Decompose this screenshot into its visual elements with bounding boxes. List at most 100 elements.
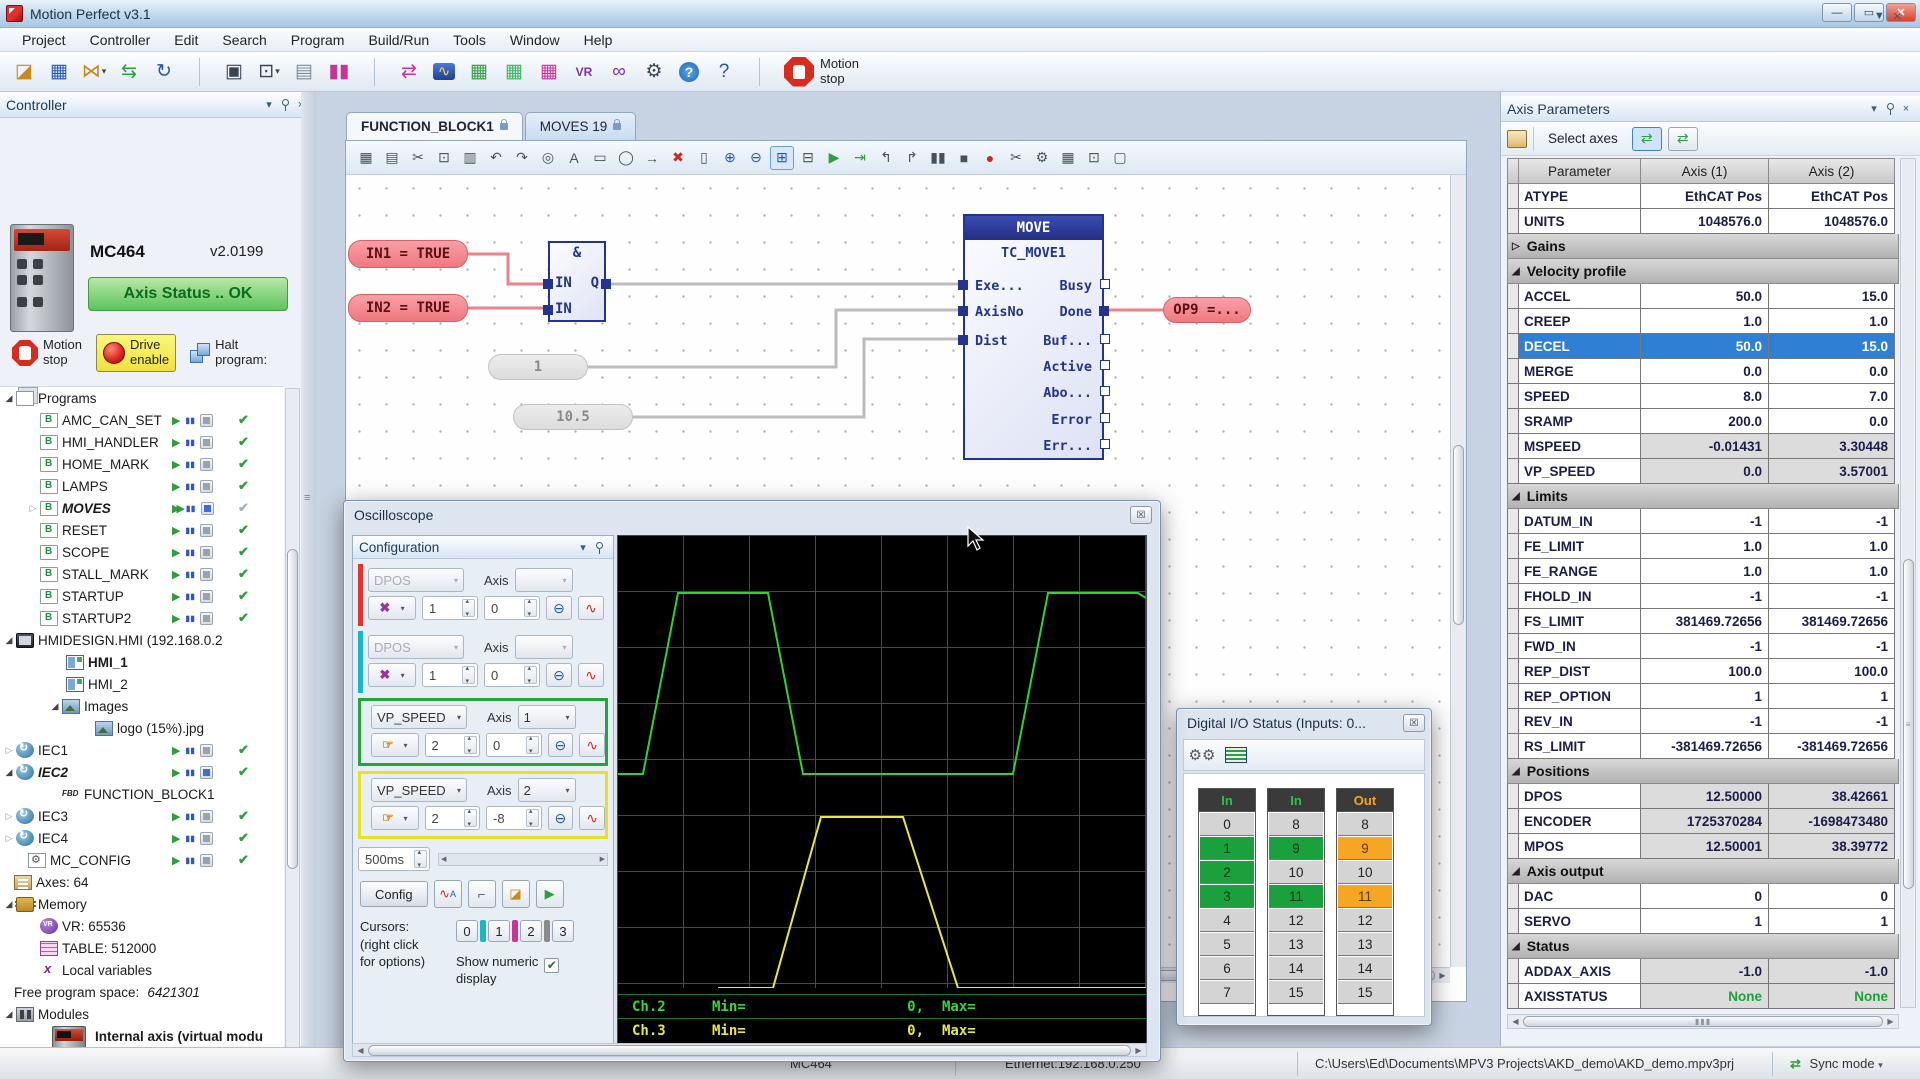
new-window-icon[interactable]: ⊡ ▾: [253, 56, 285, 88]
refresh-icon[interactable]: ⇄: [1668, 127, 1698, 151]
find-icon[interactable]: ◎: [536, 146, 560, 170]
chevron-down-icon[interactable]: ▾: [1866, 101, 1882, 117]
menu-item[interactable]: Edit: [162, 30, 210, 50]
parameter-row[interactable]: ◢ Limits: [1507, 484, 1899, 509]
stop-icon[interactable]: [200, 854, 213, 867]
parameter-dropdown[interactable]: VP_SPEED▾: [371, 705, 467, 729]
io-bit-cell[interactable]: 2: [1200, 861, 1254, 884]
parameter-dropdown[interactable]: DPOS▾: [368, 635, 464, 659]
parameter-row[interactable]: REP_OPTION 1 1: [1507, 684, 1899, 709]
io-list-icon[interactable]: [1222, 742, 1250, 768]
stop-icon[interactable]: [200, 568, 213, 581]
numeric-display-checkbox[interactable]: ✔: [544, 958, 559, 973]
channel-mode-dropdown[interactable]: ✖ ▾: [368, 596, 416, 620]
menu-item[interactable]: Search: [210, 30, 278, 50]
close-icon[interactable]: ☒: [1130, 506, 1152, 524]
stop-icon[interactable]: [200, 436, 213, 449]
io-bit-cell[interactable]: 10: [1269, 861, 1323, 884]
parameter-row[interactable]: ◢ Axis output: [1507, 859, 1899, 884]
tree-row[interactable]: Free program space: 6421301: [0, 981, 284, 1003]
parameter-row[interactable]: RS_LIMIT -381469.72656 -381469.72656: [1507, 734, 1899, 759]
redo-icon[interactable]: ↷: [510, 146, 534, 170]
undo-icon[interactable]: ↶: [484, 146, 508, 170]
expander-open-icon[interactable]: ◢: [48, 701, 62, 712]
scope-horizontal-scrollbar[interactable]: ◀▶: [352, 1043, 1147, 1057]
auto-offset-icon[interactable]: ⊖: [548, 733, 574, 757]
zoom-out-icon[interactable]: ⊖: [744, 146, 768, 170]
stop-icon[interactable]: [200, 766, 213, 779]
parameter-row[interactable]: SPEED 8.0 7.0: [1507, 384, 1899, 409]
menu-item[interactable]: Program: [279, 30, 357, 50]
motion-stop-button[interactable]: Motionstop: [784, 57, 859, 87]
page-icon[interactable]: ▯: [692, 146, 716, 170]
tree-row[interactable]: STARTUP ▶ ▮▮ ✔: [0, 585, 284, 607]
trace-mode-icon[interactable]: ∿A: [434, 880, 462, 908]
axis-status-button[interactable]: Axis Status .. OK: [88, 277, 288, 311]
tree-row[interactable]: STARTUP2 ▶ ▮▮ ✔: [0, 607, 284, 629]
parameter-row[interactable]: ENCODER 1725370284 -1698473480: [1507, 809, 1899, 834]
tree-row[interactable]: ▷ IEC1 ▶ ▮▮ ✔: [0, 739, 284, 761]
vr-table-icon[interactable]: ▦: [533, 56, 565, 88]
tree-row[interactable]: Local variables: [0, 959, 284, 981]
run-icon[interactable]: ▶: [172, 810, 180, 823]
scope-scroll-mini[interactable]: ◀▶: [438, 853, 608, 866]
expander-closed-icon[interactable]: ▷: [2, 745, 16, 756]
tree-row[interactable]: ▷ MOVES ▶ ▮▮ ✔: [0, 497, 284, 519]
run-icon[interactable]: ▶: [172, 766, 180, 779]
save-icon[interactable]: ▦: [354, 146, 378, 170]
breakpoint-icon[interactable]: ✂: [1004, 146, 1028, 170]
chevron-down-icon[interactable]: ▾: [261, 97, 277, 113]
trigger-icon[interactable]: ∿: [578, 663, 604, 687]
expander-open-icon[interactable]: ◢: [2, 1009, 16, 1020]
close-icon[interactable]: ×: [1898, 101, 1914, 117]
tree-row[interactable]: ▷ IEC4 ▶ ▮▮ ✔: [0, 827, 284, 849]
parameter-row[interactable]: ATYPE EthCAT Pos EthCAT Pos: [1507, 184, 1899, 209]
oscilloscope-icon[interactable]: ∿: [428, 56, 460, 88]
io-bit-cell[interactable]: 6: [1200, 957, 1254, 980]
motion-stop-button[interactable]: Motionstop: [6, 335, 88, 371]
parameter-row[interactable]: ACCEL 50.0 15.0: [1507, 284, 1899, 309]
pin-icon[interactable]: [277, 97, 293, 113]
pause-icon[interactable]: ▮▮: [185, 812, 195, 821]
expander-open-icon[interactable]: ◢: [2, 767, 16, 778]
settings-gears-icon[interactable]: ⚙: [638, 56, 670, 88]
expander-closed-icon[interactable]: ▷: [2, 811, 16, 822]
menu-item[interactable]: Build/Run: [356, 30, 441, 50]
fbd-and-block[interactable]: & IN IN Q: [548, 241, 606, 322]
stop-icon[interactable]: [200, 458, 213, 471]
io-bit-cell[interactable]: 1: [1200, 837, 1254, 860]
io-bit-cell[interactable]: 14: [1269, 957, 1323, 980]
pause-icon[interactable]: ▮▮: [185, 592, 195, 601]
settings-gears-icon[interactable]: ⚙⚙: [1188, 742, 1216, 768]
tab-close-icon[interactable]: ✕: [1893, 10, 1902, 23]
pause-icon[interactable]: ▮▮: [185, 548, 195, 557]
tree-vertical-scrollbar[interactable]: [285, 388, 300, 1079]
toolbar-icon[interactable]: [743, 56, 775, 88]
parameter-row[interactable]: SERVO 1 1: [1507, 909, 1899, 934]
io-bit-cell[interactable]: 9: [1338, 837, 1392, 860]
fbd-input-node[interactable]: IN1 = TRUE: [348, 240, 468, 268]
stop-icon[interactable]: [200, 612, 213, 625]
tree-row[interactable]: VR: 65536: [0, 915, 284, 937]
halt-programs-button[interactable]: Haltprogram:: [184, 335, 273, 371]
tree-row[interactable]: ◢ Modules: [0, 1003, 284, 1025]
tree-row[interactable]: HMI_1: [0, 651, 284, 673]
pause-icon[interactable]: ▮▮: [185, 482, 195, 491]
io-bit-cell[interactable]: 9: [1269, 837, 1323, 860]
tree-row[interactable]: TABLE: 512000: [0, 937, 284, 959]
fbd-const-node[interactable]: 1: [488, 354, 588, 380]
tree-row[interactable]: SCOPE ▶ ▮▮ ✔: [0, 541, 284, 563]
pause-icon[interactable]: ▮▮: [185, 570, 195, 579]
section-header[interactable]: ◢ Axis output: [1507, 859, 1899, 884]
start-scope-icon[interactable]: ▶: [536, 880, 564, 908]
parameter-row[interactable]: CREEP 1.0 1.0: [1507, 309, 1899, 334]
cursor-button[interactable]: 1: [488, 920, 510, 942]
auto-refresh-icon[interactable]: ⇄: [1632, 127, 1662, 151]
menu-item[interactable]: Controller: [78, 30, 163, 50]
parameter-row[interactable]: DAC 0 0: [1507, 884, 1899, 909]
expander-open-icon[interactable]: ◢: [2, 899, 16, 910]
run-icon[interactable]: ▶: [172, 612, 180, 625]
samples-spinner[interactable]: 1: [422, 663, 478, 687]
io-bit-cell[interactable]: 12: [1269, 909, 1323, 932]
parameter-row[interactable]: UNITS 1048576.0 1048576.0: [1507, 209, 1899, 234]
